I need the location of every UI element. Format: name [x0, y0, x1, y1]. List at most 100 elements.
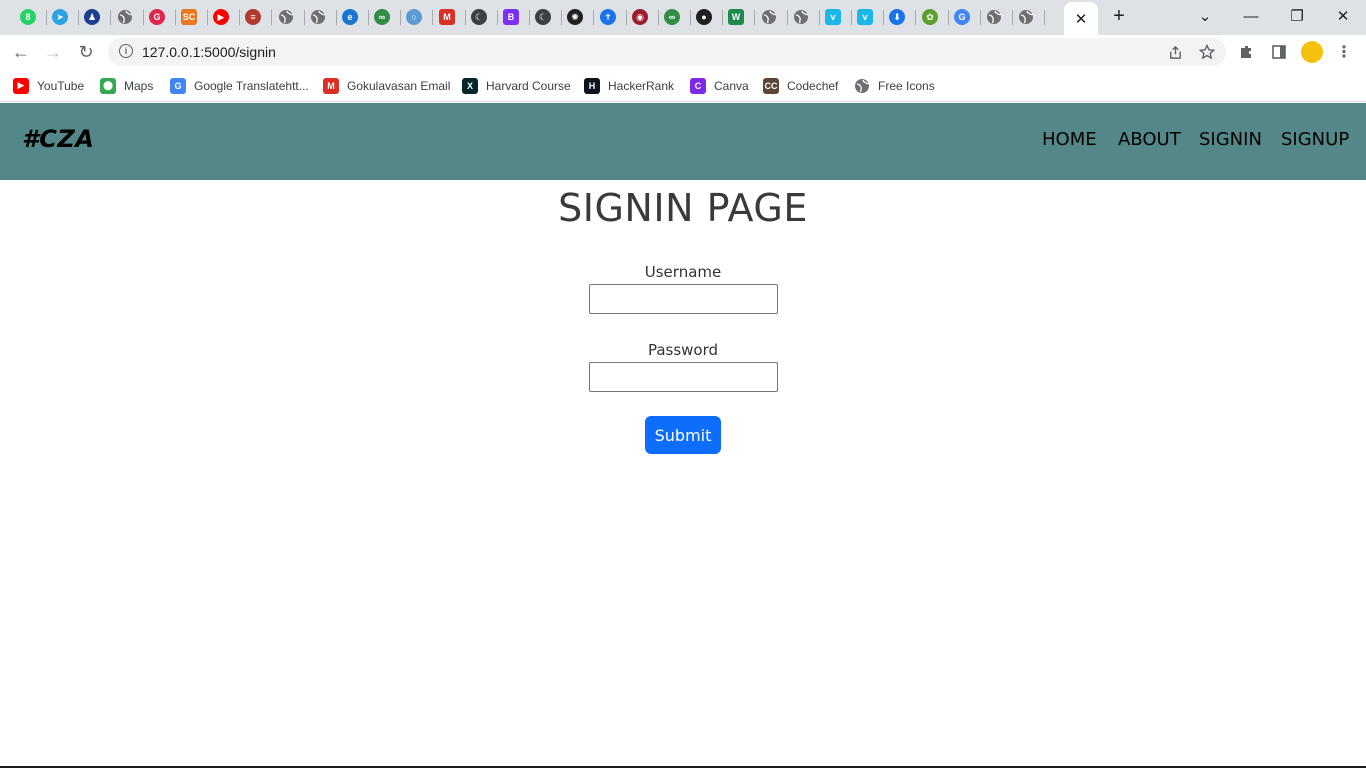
tab-separator [432, 10, 433, 25]
bookmark-star-icon[interactable] [1198, 43, 1216, 61]
extensions-icon[interactable] [1238, 43, 1256, 61]
password-input[interactable] [589, 362, 778, 392]
nav-link-about[interactable]: ABOUT [1118, 129, 1181, 150]
tab-separator [465, 10, 466, 25]
globe-icon[interactable] [1018, 9, 1034, 25]
share-icon[interactable] [1166, 43, 1184, 61]
bootstrap-icon[interactable]: B [503, 9, 519, 25]
tab-separator [787, 10, 788, 25]
tab-search-button[interactable]: ⌄ [1194, 3, 1216, 29]
bookmark-label: YouTube [37, 78, 85, 93]
edge-icon[interactable]: e [342, 9, 358, 25]
globe-icon[interactable] [310, 9, 326, 25]
vimeo-icon[interactable]: v [857, 9, 873, 25]
moon-icon[interactable]: ☾ [471, 9, 487, 25]
tab-separator [915, 10, 916, 25]
telegram-icon[interactable]: ➤ [52, 9, 68, 25]
tab-strip: 8 ➤ ♟ G SC ▶ ≡ e ∞ ○ M ☾ B ☾ ✺ ✝ ◉ ∞ ● Wv v ⬇ ✿ G ✕ + ⌄ — ❐ ✕ [0, 0, 1366, 35]
active-tab[interactable]: ✕ [1064, 2, 1098, 35]
person-icon[interactable]: ♟ [84, 9, 100, 25]
edx-icon: X [462, 77, 478, 94]
bookmark-item[interactable]: CC Codechef [763, 77, 838, 94]
loop-icon[interactable]: ○ [406, 9, 422, 25]
tab-separator [529, 10, 530, 25]
tab-separator [593, 10, 594, 25]
github-icon[interactable]: ● [696, 9, 712, 25]
nav-link-home[interactable]: HOME [1042, 129, 1097, 150]
tab-separator [271, 10, 272, 25]
arrow-right-icon: → [44, 41, 62, 62]
bookmark-label: Google Translatehtt... [194, 78, 309, 93]
forward-button[interactable]: → [41, 40, 65, 64]
nav-link-signin[interactable]: SIGNIN [1199, 129, 1262, 150]
geeksforgeeks-icon[interactable]: ∞ [664, 9, 680, 25]
vimeo-icon[interactable]: v [825, 9, 841, 25]
site-info-icon[interactable]: i [119, 44, 133, 58]
tab-separator [626, 10, 627, 25]
site-brand[interactable]: #CZA [22, 125, 94, 153]
hackerrank-icon: H [584, 77, 600, 94]
bookmark-item[interactable]: ⬤ Maps [100, 77, 153, 94]
minimize-button[interactable]: — [1238, 3, 1264, 29]
tab-separator [948, 10, 949, 25]
cross-icon[interactable]: ✝ [600, 9, 616, 25]
bookmarks-bar: ▶ YouTube ⬤ Maps G Google Translatehtt... M Gok… [0, 69, 1366, 102]
sc-icon[interactable]: SC [181, 9, 197, 25]
new-tab-button[interactable]: + [1108, 3, 1130, 29]
menu-kebab-icon[interactable]: ⋮ [1335, 43, 1353, 61]
web-page: #CZA HOME ABOUT SIGNIN SIGNUP SIGNIN PAG… [0, 102, 1366, 766]
youtube-icon[interactable]: ▶ [213, 9, 229, 25]
bookmark-label: Maps [124, 78, 154, 93]
nav-link-signup[interactable]: SIGNUP [1281, 129, 1349, 150]
google-icon[interactable]: G [954, 9, 970, 25]
chevron-down-icon: ⌄ [1198, 8, 1212, 25]
close-window-button[interactable]: ✕ [1330, 3, 1356, 29]
close-tab-icon[interactable]: ✕ [1075, 10, 1088, 28]
profile-avatar[interactable] [1301, 41, 1323, 63]
tab-separator [368, 10, 369, 25]
globe-icon[interactable] [793, 9, 809, 25]
document-icon[interactable]: ≡ [245, 9, 261, 25]
download-icon[interactable]: ⬇ [889, 9, 905, 25]
globe-icon[interactable] [278, 9, 294, 25]
side-panel-icon[interactable] [1270, 43, 1288, 61]
bookmark-item[interactable]: ▶ YouTube [13, 77, 84, 94]
leaf-icon[interactable]: ✿ [922, 9, 938, 25]
grammarly-icon[interactable]: G [149, 9, 165, 25]
canva-icon: C [690, 77, 706, 94]
restore-button[interactable]: ❐ [1284, 3, 1310, 29]
tab-separator [883, 10, 884, 25]
globe-icon[interactable] [117, 9, 133, 25]
address-url[interactable]: 127.0.0.1:5000/signin [142, 44, 276, 60]
university-icon[interactable]: ◉ [632, 9, 648, 25]
username-input[interactable] [589, 284, 778, 314]
moon-icon[interactable]: ☾ [535, 9, 551, 25]
arrow-left-icon: ← [12, 41, 30, 62]
back-button[interactable]: ← [9, 40, 33, 64]
page-title: SIGNIN PAGE [558, 186, 808, 230]
bookmark-item[interactable]: G Google Translatehtt... [170, 77, 309, 94]
username-label: Username [644, 263, 722, 281]
bookmark-item[interactable]: C Canva [690, 77, 749, 94]
globe-icon[interactable] [761, 9, 777, 25]
globe-icon [854, 78, 870, 94]
bookmark-item[interactable]: X Harvard Course [462, 77, 571, 94]
gmail-icon[interactable]: M [439, 9, 455, 25]
bookmark-item[interactable]: Free Icons [854, 77, 935, 94]
bookmark-item[interactable]: M Gokulavasan Email [323, 77, 450, 94]
site-navbar: #CZA HOME ABOUT SIGNIN SIGNUP [0, 103, 1366, 180]
bookmark-label: HackerRank [608, 78, 675, 93]
whatsapp-icon[interactable]: 8 [20, 9, 36, 25]
geeksforgeeks-icon[interactable]: ∞ [374, 9, 390, 25]
reload-button[interactable]: ↻ [74, 40, 98, 64]
close-icon: ✕ [1336, 8, 1350, 25]
address-bar[interactable]: i 127.0.0.1:5000/signin [108, 38, 1226, 66]
tab-separator [851, 10, 852, 25]
bookmark-label: Canva [714, 78, 749, 93]
bookmark-item[interactable]: H HackerRank [584, 77, 674, 94]
bookmark-label: Free Icons [878, 78, 935, 93]
openai-icon[interactable]: ✺ [567, 9, 583, 25]
submit-button[interactable]: Submit [645, 416, 721, 454]
w-icon[interactable]: W [728, 9, 744, 25]
globe-icon[interactable] [986, 9, 1002, 25]
